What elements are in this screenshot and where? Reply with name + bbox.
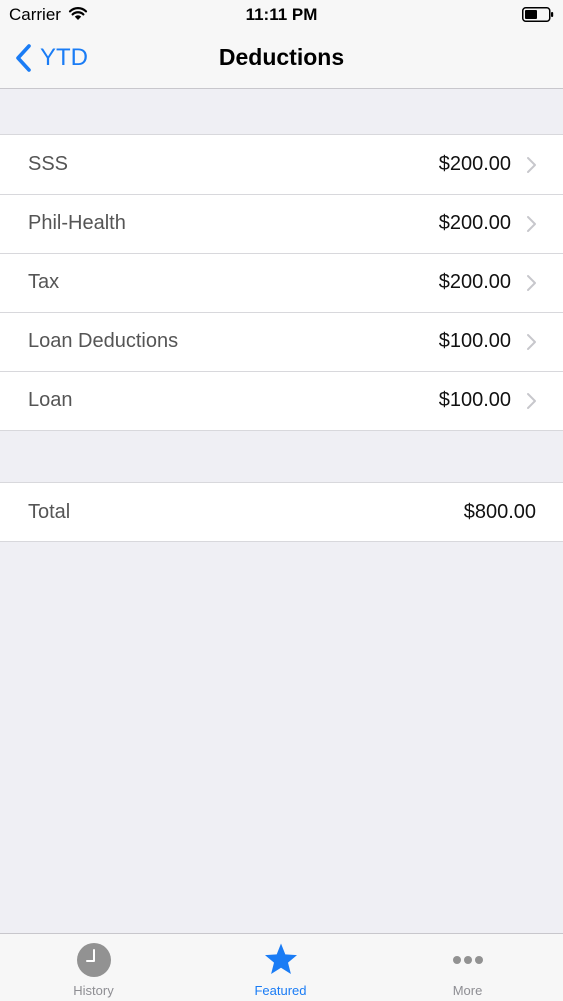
deduction-row-loan-deductions[interactable]: Loan Deductions $100.00 <box>0 312 563 371</box>
deduction-amount: $200.00 <box>438 271 511 293</box>
deduction-amount: $200.00 <box>438 212 511 234</box>
deduction-row-tax[interactable]: Tax $200.00 <box>0 253 563 312</box>
deduction-label: Loan Deductions <box>28 330 179 352</box>
deduction-amount: $100.00 <box>438 389 511 411</box>
total-label: Total <box>28 501 71 523</box>
page-title: Deductions <box>218 44 345 70</box>
more-icon <box>453 956 483 964</box>
battery-icon <box>522 7 554 22</box>
chevron-right-icon <box>527 275 536 291</box>
deduction-row-phil-health[interactable]: Phil-Health $200.00 <box>0 194 563 253</box>
star-icon <box>265 943 297 974</box>
deduction-amount: $100.00 <box>438 330 511 352</box>
tab-bar: History Featured More <box>0 933 563 1001</box>
chevron-right-icon <box>527 157 536 173</box>
clock-icon <box>77 943 111 977</box>
deduction-label: Loan <box>28 389 73 411</box>
deduction-label: Tax <box>28 271 60 293</box>
deduction-label: SSS <box>28 153 69 175</box>
chevron-right-icon <box>527 334 536 350</box>
total-amount: $800.00 <box>463 501 536 523</box>
tab-history[interactable]: History <box>0 934 187 1001</box>
deduction-label: Phil-Health <box>28 212 126 234</box>
tab-label: Featured <box>254 983 307 998</box>
deductions-list: SSS $200.00 Phil-Health $200.00 Tax $200… <box>0 134 563 431</box>
total-section: Total $800.00 <box>0 482 563 542</box>
tab-more[interactable]: More <box>374 934 561 1001</box>
chevron-right-icon <box>527 393 536 409</box>
total-row: Total $800.00 <box>0 483 563 541</box>
tab-featured[interactable]: Featured <box>187 934 374 1001</box>
chevron-right-icon <box>527 216 536 232</box>
deduction-row-loan[interactable]: Loan $100.00 <box>0 371 563 430</box>
deduction-amount: $200.00 <box>438 153 511 175</box>
tab-label: History <box>73 983 114 998</box>
tab-label: More <box>452 983 483 998</box>
deduction-row-sss[interactable]: SSS $200.00 <box>0 135 563 194</box>
status-time: 11:11 PM <box>245 5 318 24</box>
navigation-bar: YTD Deductions <box>0 30 563 89</box>
status-bar: Carrier 11:11 PM <box>0 0 563 30</box>
